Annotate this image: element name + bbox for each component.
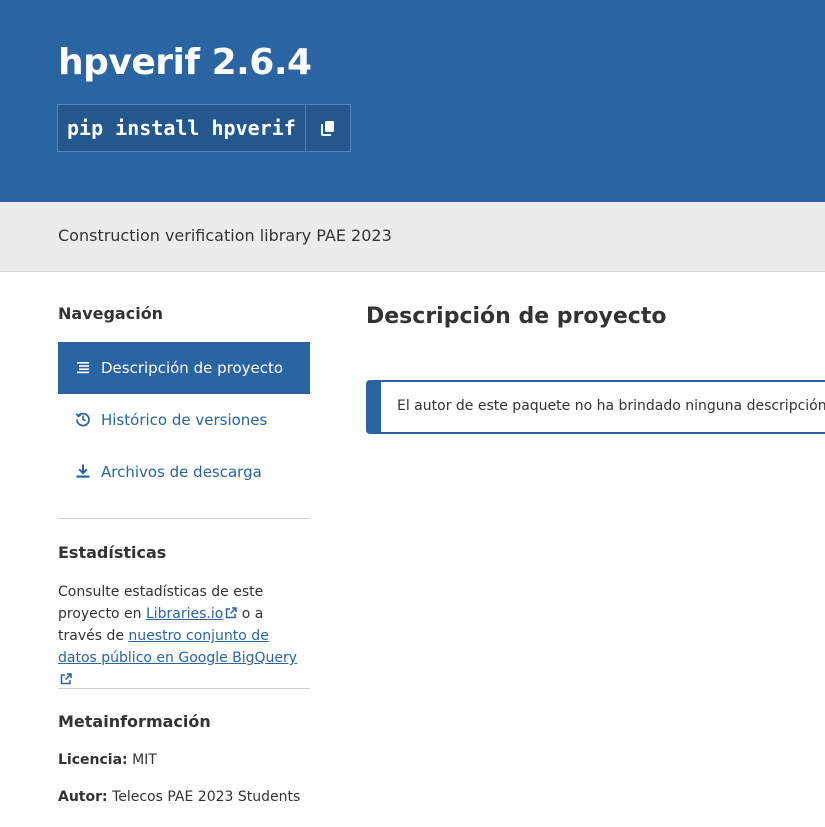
copy-button[interactable] bbox=[304, 105, 350, 151]
copy-icon bbox=[320, 121, 334, 136]
nav-item-label: Descripción de proyecto bbox=[101, 359, 284, 377]
divider bbox=[58, 518, 310, 519]
nav-item-label: Archivos de descarga bbox=[101, 463, 262, 481]
nav-item-label: Histórico de versiones bbox=[101, 411, 268, 429]
download-icon bbox=[75, 463, 93, 481]
license-value: MIT bbox=[127, 752, 157, 768]
meta-heading: Metainformación bbox=[58, 712, 211, 731]
no-description-notice: El autor de este paquete no ha brindado … bbox=[366, 380, 825, 434]
stats-heading: Estadísticas bbox=[58, 543, 167, 562]
author-row: Autor: Telecos PAE 2023 Students bbox=[58, 789, 300, 805]
author-label: Autor: bbox=[58, 789, 108, 805]
notice-text: El autor de este paquete no ha brindado … bbox=[397, 398, 825, 414]
history-icon bbox=[75, 411, 93, 429]
libraries-io-link-text: Libraries.io bbox=[145, 606, 224, 622]
nav-item-description[interactable]: Descripción de proyecto bbox=[58, 342, 310, 394]
package-title: hpverif 2.6.4 bbox=[58, 42, 312, 83]
license-label: Licencia: bbox=[58, 752, 128, 768]
nav-item-downloads[interactable]: Archivos de descarga bbox=[58, 446, 310, 498]
description-heading: Descripción de proyecto bbox=[366, 304, 667, 329]
divider bbox=[58, 688, 310, 689]
nav-heading: Navegación bbox=[58, 304, 164, 323]
align-left-icon bbox=[75, 359, 93, 377]
pip-command[interactable]: pip install hpverif bbox=[58, 105, 305, 151]
nav-item-history[interactable]: Histórico de versiones bbox=[58, 394, 310, 446]
external-link-icon bbox=[226, 607, 238, 619]
license-row: Licencia: MIT bbox=[58, 752, 157, 768]
package-summary: Construction verification library PAE 20… bbox=[58, 226, 392, 245]
project-header: hpverif 2.6.4 pip install hpverif bbox=[0, 0, 825, 202]
libraries-io-link[interactable]: Libraries.io bbox=[145, 606, 238, 622]
stats-description: Consulte estadísticas de este proyecto e… bbox=[58, 581, 310, 691]
external-link-icon bbox=[60, 673, 72, 685]
pip-install-box: pip install hpverif bbox=[57, 104, 351, 152]
author-value: Telecos PAE 2023 Students bbox=[107, 789, 301, 805]
